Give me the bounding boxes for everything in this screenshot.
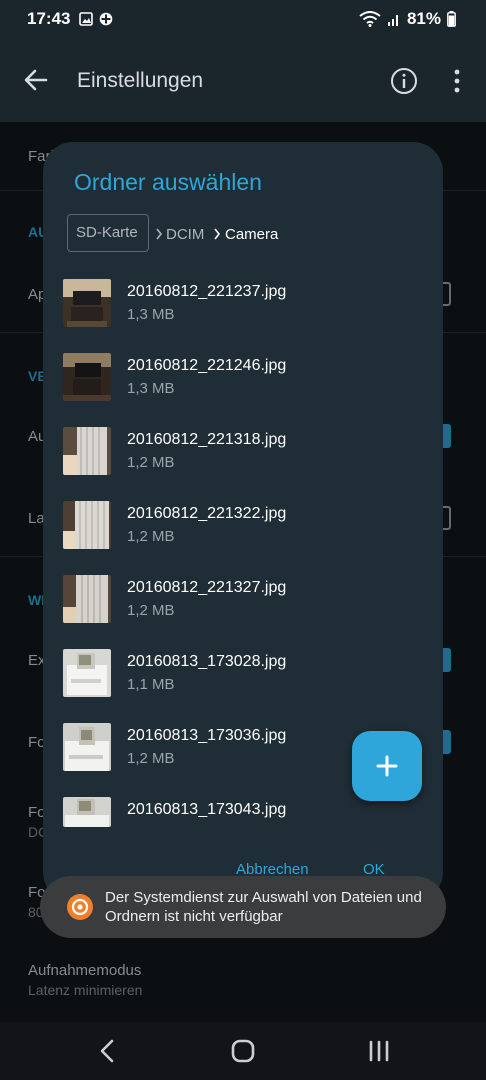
aperture-icon — [71, 898, 89, 916]
curtain-thumbnail — [63, 501, 111, 549]
printer-thumbnail — [63, 723, 111, 771]
file-size: 1,3 MB — [127, 380, 175, 397]
file-name: 20160813_173036.jpg — [127, 727, 287, 744]
info-icon[interactable] — [390, 67, 418, 95]
tv-room-thumbnail — [63, 353, 111, 401]
file-size: 1,3 MB — [127, 306, 175, 323]
status-right: 81% — [359, 9, 456, 29]
chevron-right-icon — [214, 228, 221, 240]
gallery-notification-icon — [79, 12, 93, 26]
file-size: 1,2 MB — [127, 454, 175, 471]
file-name: 20160812_221318.jpg — [127, 431, 287, 448]
file-row[interactable]: 20160812_221246.jpg 1,3 MB — [43, 341, 443, 415]
breadcrumb-dcim[interactable]: DCIM — [166, 226, 204, 243]
breadcrumb-label: SD-Karte — [76, 224, 138, 241]
breadcrumb-sd-card[interactable]: SD-Karte — [67, 214, 149, 252]
printer-thumbnail — [63, 797, 111, 827]
file-name: 20160812_221327.jpg — [127, 579, 287, 596]
file-size: 1,2 MB — [127, 602, 175, 619]
file-row[interactable]: 20160812_221318.jpg 1,2 MB — [43, 415, 443, 489]
dialog-title: Ordner auswählen — [74, 169, 262, 195]
status-time: 17:43 — [27, 9, 71, 28]
file-row[interactable]: 20160812_221327.jpg 1,2 MB — [43, 563, 443, 637]
chevron-right-icon — [156, 228, 163, 240]
file-name: 20160813_173043.jpg — [127, 801, 287, 818]
file-name: 20160813_173028.jpg — [127, 653, 287, 670]
battery-icon — [447, 11, 456, 27]
curtain-thumbnail — [63, 575, 111, 623]
file-row[interactable]: 20160812_221237.jpg 1,3 MB — [43, 267, 443, 341]
toast-message: Der Systemdienst zur Auswahl von Dateien… — [40, 876, 446, 938]
signal-icon — [387, 15, 398, 26]
nav-home-icon[interactable] — [228, 1036, 258, 1066]
battery-percent: 81% — [406, 9, 441, 28]
file-size: 1,1 MB — [127, 676, 175, 693]
camera-app-icon — [67, 894, 93, 920]
nav-back-icon[interactable] — [93, 1036, 123, 1066]
plus-icon — [376, 755, 398, 777]
file-name: 20160812_221246.jpg — [127, 357, 287, 374]
more-options-icon[interactable] — [450, 67, 464, 95]
add-folder-fab[interactable] — [352, 731, 422, 801]
breadcrumb-camera[interactable]: Camera — [225, 226, 278, 243]
status-bar: 17:43 81% — [0, 0, 486, 40]
file-name: 20160812_221237.jpg — [127, 283, 287, 300]
tv-room-thumbnail — [63, 279, 111, 327]
toast-text: Der Systemdienst zur Auswahl von Dateien… — [105, 889, 422, 925]
file-name: 20160812_221322.jpg — [127, 505, 287, 522]
back-arrow-icon[interactable] — [22, 66, 50, 94]
curtain-thumbnail — [63, 427, 111, 475]
app-notification-icon — [99, 12, 113, 26]
file-size: 1,2 MB — [127, 750, 175, 767]
page-title: Einstellungen — [77, 69, 204, 92]
printer-thumbnail — [63, 649, 111, 697]
nav-recents-icon[interactable] — [364, 1036, 394, 1066]
file-row[interactable]: 20160812_221322.jpg 1,2 MB — [43, 489, 443, 563]
wifi-icon — [359, 11, 381, 27]
app-bar: Einstellungen — [0, 40, 486, 122]
file-row[interactable]: 20160813_173028.jpg 1,1 MB — [43, 637, 443, 711]
file-size: 1,2 MB — [127, 528, 175, 545]
navigation-bar — [0, 1022, 486, 1080]
